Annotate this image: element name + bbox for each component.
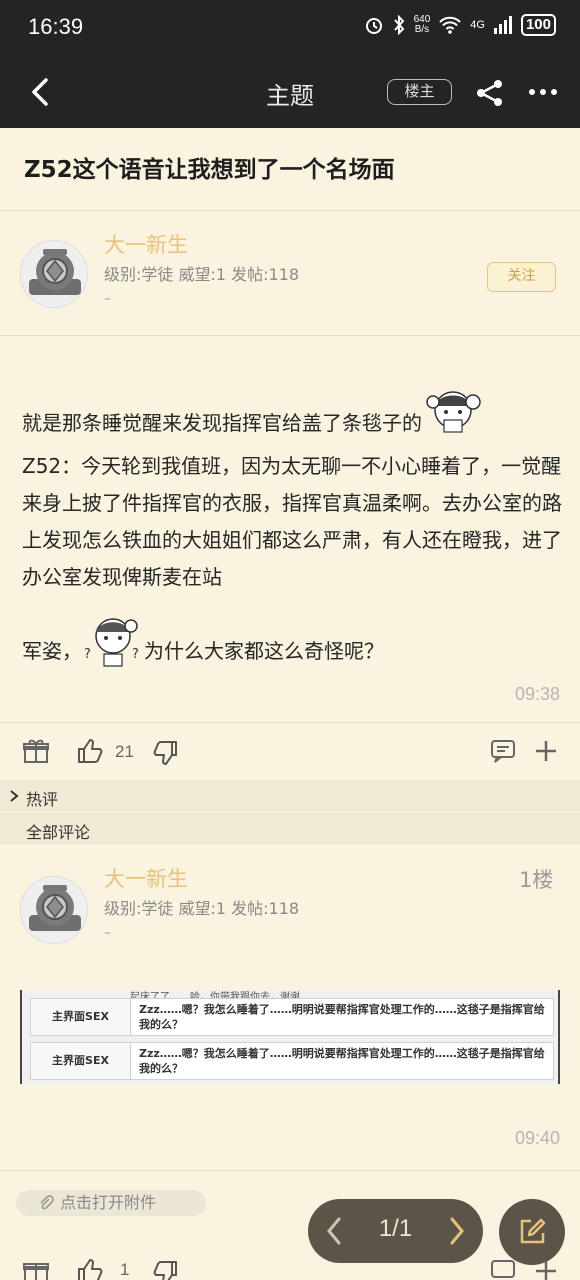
reply-author-name[interactable]: 大一新生 [104,863,188,893]
like-count: 21 [115,742,134,761]
follow-button[interactable]: 关注 [487,262,556,292]
screenshot-row-label: 主界面SEX [31,999,131,1035]
chevron-right-icon [10,790,19,802]
thumbs-down-icon[interactable] [150,1259,178,1280]
reply-like-count: 1 [120,1260,130,1279]
svg-text:?: ? [132,647,139,662]
status-icons: 640 B/s 4G 100 [364,14,556,36]
open-attachment-button[interactable]: 点击打开附件 [16,1190,206,1216]
plus-icon[interactable] [532,737,560,765]
share-icon[interactable] [474,78,506,108]
reply-author-meta: 级别:学徒 威望:1 发帖:118 [104,899,300,918]
reply-author-avatar[interactable] [20,876,88,944]
screenshot-row: 主界面SEX Zzz……嗯？我怎么睡着了……明明说要帮指挥官处理工作的……这毯子… [30,1042,554,1080]
bluetooth-icon [393,15,404,35]
author-signature: – [104,291,111,307]
diving-helmet-icon [21,241,87,307]
next-page-icon[interactable] [447,1215,467,1247]
thumbs-up-icon[interactable] [76,1257,104,1280]
page-navigator: 1/1 [308,1199,483,1263]
comment-icon[interactable] [489,737,517,765]
reply-time: 09:40 [514,1128,560,1148]
floor-number: 1楼 [519,868,554,892]
post-line-last: 军姿， ? ? 为什么大家都这么奇怪呢？ [22,608,562,670]
signal-icon [493,16,512,34]
time-divider [0,722,580,723]
reply-screenshot[interactable]: 起床了了……哈，你带我跟你去，谢谢…… 主界面SEX Zzz……嗯？我怎么睡着了… [20,990,560,1084]
thumbs-up-icon[interactable] [76,737,104,765]
post-line-1: 就是那条睡觉醒来发现指挥官给盖了条毯子的 [22,380,562,442]
top-bar: 16:39 640 B/s 4G 100 主题 楼主 [0,0,580,128]
post-text-1: 就是那条睡觉醒来发现指挥官给盖了条毯子的 [22,411,422,435]
author-avatar[interactable] [20,240,88,308]
network-speed-unit: B/s [414,24,430,35]
comment-icon[interactable] [489,1257,517,1280]
attachment-label: 点击打开附件 [60,1193,157,1212]
battery-indicator: 100 [520,14,556,36]
hot-comments-label: 热评 [26,790,59,809]
wifi-icon [439,16,461,34]
status-time: 16:39 [28,14,84,39]
post-middle: Z52：今天轮到我值班，因为太无聊一不小心睡着了，一觉醒来身上披了件指挥官的衣服… [22,454,562,589]
svg-text:?: ? [84,647,91,662]
title-divider [0,210,580,211]
diving-helmet-icon [21,877,87,943]
post-time: 09:38 [514,684,560,704]
screenshot-row-text: Zzz……嗯？我怎么睡着了……明明说要帮指挥官处理工作的……这毯子是指挥官给我的… [139,1047,545,1075]
gift-icon[interactable] [22,1257,50,1280]
paperclip-icon [40,1195,54,1210]
anime-girl-sticker-icon [426,391,481,433]
post-text-end-b: 为什么大家都这么奇怪呢？ [144,639,384,663]
gift-icon[interactable] [22,737,50,765]
screenshot-row: 主界面SEX Zzz……嗯？我怎么睡着了……明明说要帮指挥官处理工作的……这毯子… [30,998,554,1036]
hot-comments-bar[interactable]: 热评 [0,780,580,812]
reply-author-signature: – [104,925,111,941]
edit-icon [520,1218,546,1244]
alarm-icon [365,18,382,34]
post-actions: 21 [0,732,580,772]
thumbs-down-icon[interactable] [150,739,178,767]
network-speed: 640 B/s [414,15,431,35]
confused-girl-sticker-icon: ? ? [84,618,139,667]
network-type: 4G [470,19,485,31]
post-text-end-a: 军姿， [22,639,82,663]
reply-time-divider [0,1170,580,1171]
thread-title: Z52这个语音让我想到了一个名场面 [24,157,395,183]
owner-only-button[interactable]: 楼主 [387,79,452,105]
author-divider [0,335,580,336]
author-name[interactable]: 大一新生 [104,229,188,259]
all-comments-bar: 全部评论 [0,813,580,845]
more-icon[interactable] [527,80,559,104]
author-meta: 级别:学徒 威望:1 发帖:118 [104,265,300,284]
compose-reply-button[interactable] [499,1199,565,1265]
screenshot-row-label: 主界面SEX [31,1043,131,1079]
all-comments-label: 全部评论 [26,823,91,842]
reply-actions: 1 [0,1252,580,1280]
screenshot-row-text: Zzz……嗯？我怎么睡着了……明明说要帮指挥官处理工作的……这毯子是指挥官给我的… [139,1003,545,1031]
post-body: 就是那条睡觉醒来发现指挥官给盖了条毯子的 Z52：今天轮到我值班，因为太无聊一不… [22,380,562,670]
